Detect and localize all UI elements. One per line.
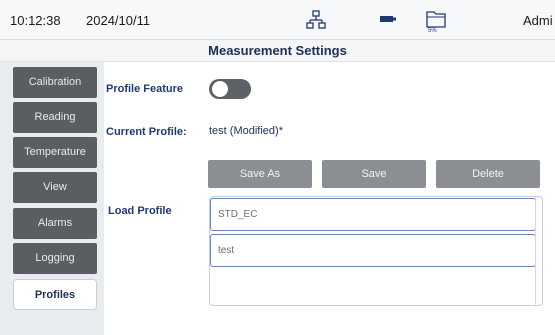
save-button[interactable]: Save <box>322 160 426 188</box>
battery-icon <box>380 16 396 22</box>
profile-feature-toggle[interactable] <box>209 79 251 99</box>
user-name[interactable]: Admi <box>523 13 553 28</box>
sidebar-item-view[interactable]: View <box>13 172 97 203</box>
sidebar-item-calibration[interactable]: Calibration <box>13 67 97 98</box>
delete-button[interactable]: Delete <box>436 160 540 188</box>
sidebar-item-alarms[interactable]: Alarms <box>13 208 97 239</box>
list-item[interactable]: test <box>210 234 536 267</box>
profile-settings-panel: Profile Feature Current Profile: test (M… <box>104 62 555 335</box>
title-bar: Measurement Settings <box>0 40 555 62</box>
sidebar-item-temperature[interactable]: Temperature <box>13 137 97 168</box>
save-as-button[interactable]: Save As <box>208 160 312 188</box>
storage-percent: 5% <box>428 28 437 34</box>
profile-list-scrollbar[interactable] <box>535 196 543 306</box>
network-icon <box>306 10 326 29</box>
current-profile-value: test (Modified)* <box>209 125 283 137</box>
sidebar: Calibration Reading Temperature View Ala… <box>0 62 104 335</box>
sidebar-item-profiles[interactable]: Profiles <box>13 279 97 310</box>
sidebar-item-logging[interactable]: Logging <box>13 243 97 274</box>
profile-feature-label: Profile Feature <box>106 83 184 95</box>
list-item[interactable]: STD_EC <box>210 198 536 231</box>
status-bar: 10:12:38 2024/10/11 5% Admi <box>0 0 555 40</box>
profile-list[interactable]: STD_EC test <box>209 196 543 306</box>
page-title: Measurement Settings <box>208 43 347 58</box>
clock-date: 2024/10/11 <box>86 13 151 28</box>
toggle-knob <box>212 81 228 97</box>
current-profile-label: Current Profile: <box>106 126 187 138</box>
sidebar-item-reading[interactable]: Reading <box>13 102 97 133</box>
clock-time: 10:12:38 <box>10 13 61 28</box>
load-profile-label: Load Profile <box>108 205 172 217</box>
